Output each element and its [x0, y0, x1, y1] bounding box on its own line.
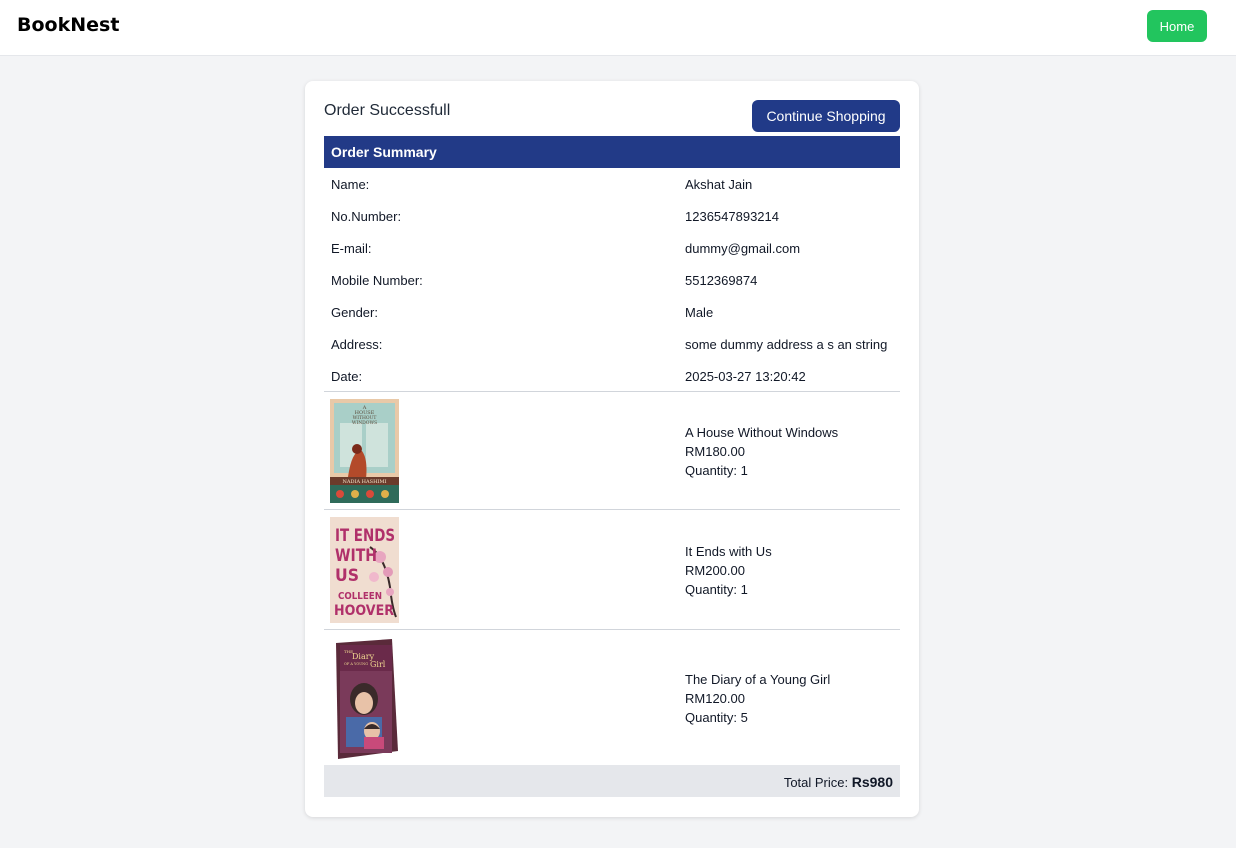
- detail-value: some dummy address a s an string: [685, 337, 888, 352]
- item-quantity: Quantity: 1: [685, 463, 748, 478]
- cover-author: NADIA HASHIMI: [343, 479, 387, 485]
- item-info-1: A House Without Windows RM180.00 Quantit…: [685, 423, 838, 480]
- detail-row-number: No.Number: 1236547893214: [324, 200, 900, 232]
- cover-author: HOOVER: [334, 603, 394, 619]
- detail-row-address: Address: some dummy address a s an strin…: [324, 328, 900, 360]
- detail-row-mobile: Mobile Number: 5512369874: [324, 264, 900, 296]
- detail-value: Male: [685, 305, 714, 320]
- order-card: Order Successfull Continue Shopping Orde…: [305, 81, 919, 817]
- detail-label: Name:: [331, 177, 370, 192]
- item-quantity: Quantity: 1: [685, 582, 748, 597]
- cover-text: WINDOWS: [352, 420, 377, 426]
- detail-value: 1236547893214: [685, 209, 779, 224]
- book-cover-image: IT ENDS WITH US COLLEEN HOOVER: [330, 517, 399, 623]
- item-title[interactable]: A House Without Windows: [685, 423, 838, 442]
- detail-label: Address:: [331, 337, 383, 352]
- detail-label: Mobile Number:: [331, 273, 423, 288]
- cover-text: IT ENDS: [335, 526, 395, 546]
- detail-value: 2025-03-27 13:20:42: [685, 369, 806, 384]
- continue-shopping-button[interactable]: Continue Shopping: [752, 100, 900, 132]
- book-cover-image: THE Diary OF A YOUNG Girl: [330, 637, 399, 759]
- order-summary-header: Order Summary: [324, 136, 900, 168]
- detail-row-name: Name: Akshat Jain: [324, 168, 900, 200]
- brand-logo[interactable]: BookNest: [17, 14, 119, 36]
- detail-label: E-mail:: [331, 241, 372, 256]
- order-item: IT ENDS WITH US COLLEEN HOOVER: [324, 510, 900, 629]
- item-title[interactable]: The Diary of a Young Girl: [685, 670, 830, 689]
- item-info-3: The Diary of a Young Girl RM120.00 Quant…: [685, 670, 830, 727]
- cover-text: US: [335, 566, 359, 586]
- total-price-value: Rs980: [851, 774, 893, 790]
- detail-row-gender: Gender: Male: [324, 296, 900, 328]
- item-info-2: It Ends with Us RM200.00 Quantity: 1: [685, 542, 772, 599]
- item-quantity: Quantity: 5: [685, 710, 748, 725]
- detail-row-email: E-mail: dummy@gmail.com: [324, 232, 900, 264]
- book-cover-art: A HOUSE WITHOUT WINDOWS NADIA HASHIMI: [330, 399, 399, 503]
- book-cover-art: THE Diary OF A YOUNG Girl: [330, 637, 399, 759]
- total-price-bar: Total Price: Rs980: [324, 765, 900, 797]
- item-price: RM180.00: [685, 444, 745, 459]
- detail-value: dummy@gmail.com: [685, 241, 801, 256]
- top-navbar: BookNest Home: [0, 0, 1236, 56]
- detail-row-date: Date: 2025-03-27 13:20:42: [324, 360, 900, 392]
- detail-label: Date:: [331, 369, 363, 384]
- total-price-label: Total Price:: [783, 775, 852, 790]
- detail-label: No.Number:: [331, 209, 402, 224]
- cover-text: WITH: [335, 546, 377, 566]
- detail-value: 5512369874: [685, 273, 758, 288]
- detail-label: Gender:: [331, 305, 378, 320]
- order-status-title: Order Successfull: [324, 102, 451, 119]
- item-title[interactable]: It Ends with Us: [685, 542, 772, 561]
- book-cover-art: IT ENDS WITH US COLLEEN HOOVER: [330, 517, 399, 623]
- cover-text: Girl: [370, 660, 386, 669]
- item-price: RM120.00: [685, 691, 745, 706]
- item-price: RM200.00: [685, 563, 745, 578]
- book-cover-image: A HOUSE WITHOUT WINDOWS NADIA HASHIMI: [330, 399, 399, 503]
- cover-author: COLLEEN: [338, 591, 382, 602]
- home-button[interactable]: Home: [1147, 10, 1207, 42]
- order-summary-heading: Order Summary: [331, 144, 437, 160]
- cover-text: OF A YOUNG: [344, 662, 368, 666]
- detail-value: Akshat Jain: [685, 177, 753, 192]
